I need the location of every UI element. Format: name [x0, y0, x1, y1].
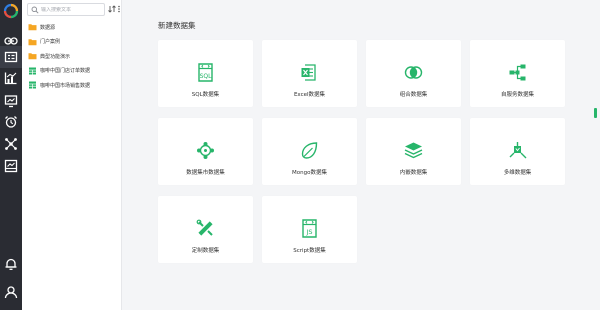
dataset-icon — [4, 51, 18, 63]
card-label: 自服务数据集 — [500, 92, 534, 98]
script-js-icon: JS — [302, 219, 317, 238]
card-sql-dataset[interactable]: SQL SQL数据集 — [158, 40, 253, 107]
card-script-dataset[interactable]: JS Script数据集 — [262, 196, 357, 263]
table-icon — [29, 67, 36, 75]
folder-icon — [28, 38, 37, 45]
search-input[interactable] — [41, 6, 101, 13]
alarm-clock-icon — [5, 116, 17, 128]
sql-icon: SQL — [198, 63, 213, 82]
self-service-icon — [509, 64, 526, 81]
card-excel-dataset[interactable]: Excel数据集 — [262, 40, 357, 107]
card-label: 内嵌数据集 — [399, 170, 428, 176]
rail-dataset-button[interactable] — [0, 46, 22, 68]
tree-item-store-orders[interactable]: 咖啡中国门店订单数据 — [28, 64, 90, 79]
logo-icon — [3, 3, 19, 19]
card-mongo-dataset[interactable]: Mongo数据集 — [262, 118, 357, 185]
rail-notifications-button[interactable] — [0, 253, 22, 275]
data-mart-icon — [197, 142, 214, 159]
combine-icon — [404, 66, 423, 79]
search-box — [27, 3, 105, 16]
card-combined-dataset[interactable]: 组合数据集 — [366, 40, 461, 107]
resource-tree-panel: 数据源 门户案例 典型功能演示 咖啡中国门店订单数据 咖啡中国市场销售数据 — [22, 0, 122, 310]
svg-text:SQL: SQL — [200, 73, 213, 80]
dashboard-icon — [4, 95, 18, 108]
rail-alarm-button[interactable] — [0, 111, 22, 133]
tree-item-portal-cases[interactable]: 门户案例 — [28, 35, 90, 50]
network-icon — [5, 138, 17, 150]
card-label: SQL数据集 — [191, 92, 220, 98]
excel-icon — [301, 64, 316, 81]
folder-icon — [28, 53, 37, 60]
user-icon — [4, 286, 18, 299]
screen-icon — [4, 159, 18, 173]
rail-chart-button[interactable] — [0, 67, 22, 89]
mongo-leaf-icon — [301, 142, 318, 159]
tree-item-label: 咖啡中国市场销售数据 — [40, 82, 91, 89]
tree-item-feature-demo[interactable]: 典型功能演示 — [28, 49, 90, 64]
card-data-mart-dataset[interactable]: 数据集市数据集 — [158, 118, 253, 185]
card-label: 多维数据集 — [503, 170, 532, 176]
card-label: Excel数据集 — [293, 92, 326, 98]
table-icon — [29, 81, 36, 89]
tree-list: 数据源 门户案例 典型功能演示 咖啡中国门店订单数据 咖啡中国市场销售数据 — [28, 20, 90, 93]
tree-item-label: 典型功能演示 — [40, 53, 71, 60]
card-label: 组合数据集 — [399, 92, 428, 98]
tree-item-label: 门户案例 — [40, 39, 61, 46]
rail-network-button[interactable] — [0, 133, 22, 155]
card-custom-dataset[interactable]: 定制数据集 — [158, 196, 253, 263]
custom-tools-icon — [196, 219, 213, 236]
card-label: Script数据集 — [293, 248, 326, 254]
rail-user-button[interactable] — [0, 281, 22, 303]
card-label: 定制数据集 — [191, 248, 220, 254]
card-label: 数据集市数据集 — [186, 170, 225, 176]
more-icon — [117, 5, 120, 13]
card-label: Mongo数据集 — [292, 170, 327, 176]
more-button[interactable] — [114, 4, 123, 14]
tree-item-label: 咖啡中国门店订单数据 — [40, 68, 91, 75]
layers-icon — [404, 142, 423, 159]
multidim-icon — [509, 142, 527, 159]
bell-icon — [5, 258, 17, 270]
card-multidimensional-dataset[interactable]: 多维数据集 — [470, 118, 565, 185]
folder-icon — [28, 24, 37, 31]
tree-item-market-sales[interactable]: 咖啡中国市场销售数据 — [28, 78, 90, 93]
card-embedded-dataset[interactable]: 内嵌数据集 — [366, 118, 461, 185]
rail-dashboard-button[interactable] — [0, 90, 22, 112]
scroll-indicator[interactable] — [594, 108, 597, 118]
tree-item-label: 数据源 — [40, 24, 56, 31]
tree-item-datasource[interactable]: 数据源 — [28, 20, 90, 35]
card-self-service-dataset[interactable]: 自服务数据集 — [470, 40, 565, 107]
main-content: 新建数据集 SQL SQL数据集 Excel数据集 组合数据集 自服务数据集 数… — [123, 0, 600, 310]
chart-icon — [4, 72, 17, 85]
page-title: 新建数据集 — [158, 21, 196, 30]
rail-screen-button[interactable] — [0, 155, 22, 177]
svg-text:JS: JS — [305, 228, 312, 236]
app-rail — [0, 0, 22, 310]
search-icon — [31, 6, 39, 14]
